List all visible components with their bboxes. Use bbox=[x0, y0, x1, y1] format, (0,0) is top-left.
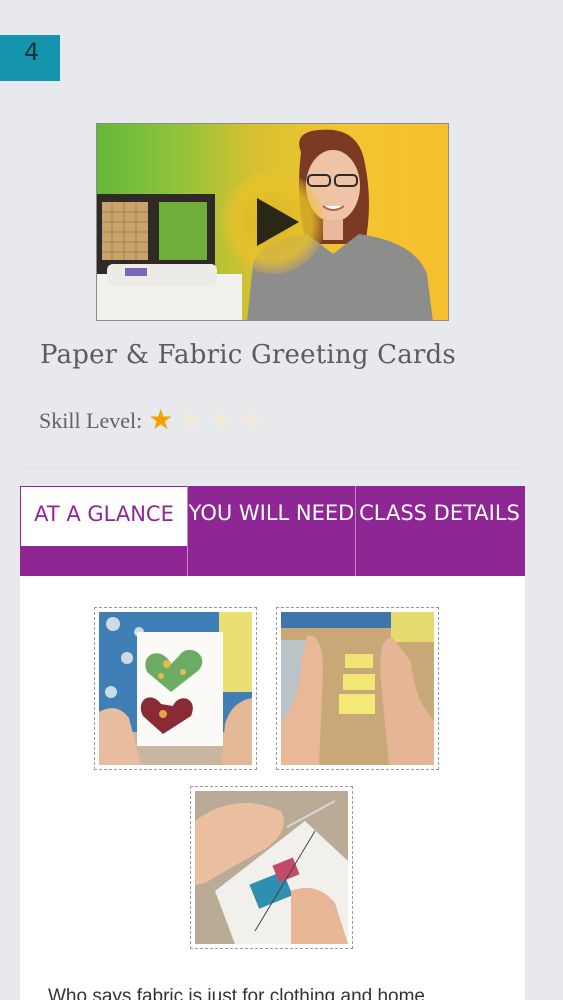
project-photo[interactable] bbox=[276, 607, 439, 770]
photo-card-hearts bbox=[99, 612, 252, 765]
photo-stitching-card bbox=[195, 791, 348, 944]
video-thumbnail[interactable] bbox=[96, 123, 449, 321]
star-empty-icon: ★ bbox=[238, 405, 264, 436]
skill-level-label: Skill Level: bbox=[39, 408, 143, 433]
star-filled-icon: ★ bbox=[148, 405, 174, 436]
lesson-number-badge: 4 bbox=[0, 35, 60, 81]
star-empty-icon: ★ bbox=[208, 405, 234, 436]
photo-cutting-fabric bbox=[281, 612, 434, 765]
project-photo[interactable] bbox=[190, 786, 353, 949]
class-title: Paper & Fabric Greeting Cards bbox=[40, 340, 456, 370]
star-empty-icon: ★ bbox=[178, 405, 204, 436]
tab-at-a-glance[interactable]: AT A GLANCE bbox=[21, 487, 187, 546]
tab-content-panel: Who says fabric is just for clothing and… bbox=[20, 576, 525, 1000]
project-photo[interactable] bbox=[94, 607, 257, 770]
video-still bbox=[97, 129, 433, 320]
section-divider bbox=[20, 468, 525, 469]
skill-level: Skill Level: ★ ★ ★ ★ bbox=[39, 404, 269, 438]
tab-class-details[interactable]: CLASS DETAILS bbox=[355, 486, 523, 576]
class-intro-text: Who says fabric is just for clothing and… bbox=[48, 986, 426, 1000]
class-tabs: AT A GLANCE YOU WILL NEED CLASS DETAILS bbox=[20, 486, 525, 576]
lesson-page: 4 Paper & Fabric Greeting Cards Skill Le… bbox=[0, 0, 563, 1000]
tab-you-will-need[interactable]: YOU WILL NEED bbox=[187, 486, 355, 576]
